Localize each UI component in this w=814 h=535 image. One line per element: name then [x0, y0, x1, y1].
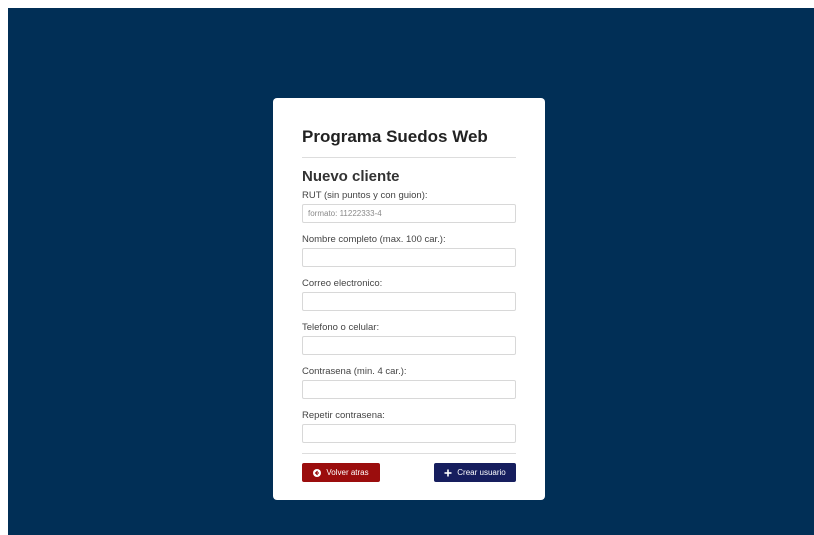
- email-label: Correo electronico:: [302, 278, 383, 289]
- form-divider: [302, 453, 516, 454]
- form-title: Nuevo cliente: [302, 168, 400, 185]
- email-field: Correo electronico:: [302, 278, 516, 311]
- repeat-password-field: Repetir contrasena:: [302, 410, 516, 443]
- page-background: Programa Suedos Web Nuevo cliente RUT (s…: [8, 8, 814, 535]
- phone-field: Telefono o celular:: [302, 322, 516, 355]
- rut-input[interactable]: [302, 204, 516, 223]
- repeat-password-input[interactable]: [302, 424, 516, 443]
- phone-input[interactable]: [302, 336, 516, 355]
- create-user-button-label: Crear usuario: [457, 468, 506, 477]
- back-button-label: Volver atras: [326, 468, 369, 477]
- rut-label: RUT (sin puntos y con guion):: [302, 190, 428, 201]
- create-user-button[interactable]: Crear usuario: [434, 463, 516, 482]
- title-divider: [302, 157, 516, 158]
- full-name-input[interactable]: [302, 248, 516, 267]
- new-client-card: Programa Suedos Web Nuevo cliente RUT (s…: [273, 98, 545, 500]
- password-label: Contrasena (min. 4 car.):: [302, 366, 407, 377]
- email-input[interactable]: [302, 292, 516, 311]
- rut-field: RUT (sin puntos y con guion):: [302, 190, 516, 223]
- repeat-password-label: Repetir contrasena:: [302, 410, 385, 421]
- arrow-left-circle-icon: [313, 468, 322, 477]
- full-name-field: Nombre completo (max. 100 car.):: [302, 234, 516, 267]
- full-name-label: Nombre completo (max. 100 car.):: [302, 234, 446, 245]
- app-title: Programa Suedos Web: [302, 127, 488, 146]
- password-field: Contrasena (min. 4 car.):: [302, 366, 516, 399]
- password-input[interactable]: [302, 380, 516, 399]
- back-button[interactable]: Volver atras: [302, 463, 380, 482]
- plus-icon: [444, 469, 452, 477]
- phone-label: Telefono o celular:: [302, 322, 380, 333]
- form-actions: Volver atras Crear usuario: [302, 463, 516, 482]
